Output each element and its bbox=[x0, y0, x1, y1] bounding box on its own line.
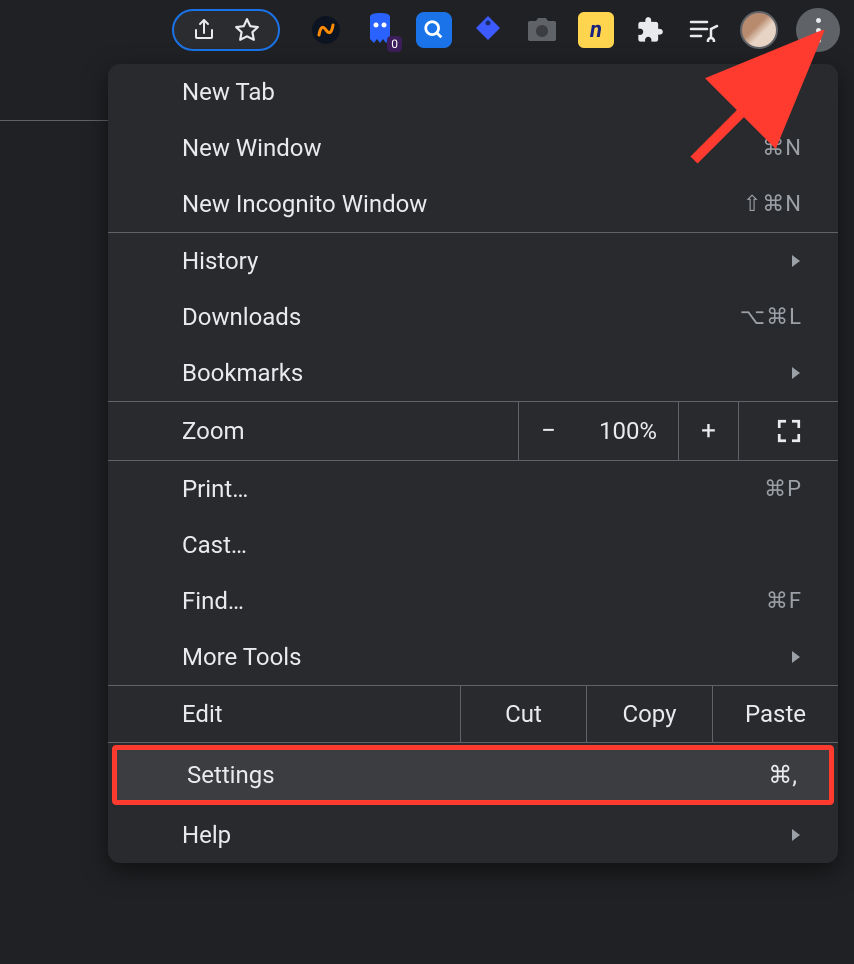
menu-item-label: Print… bbox=[182, 475, 248, 503]
browser-toolbar: 0 n bbox=[0, 0, 854, 60]
menu-item-label: New Incognito Window bbox=[182, 190, 427, 218]
submenu-chevron-icon bbox=[790, 827, 802, 843]
submenu-chevron-icon bbox=[790, 253, 802, 269]
menu-item-edit: Edit Cut Copy Paste bbox=[108, 686, 838, 742]
menu-item-label: New Window bbox=[182, 134, 321, 162]
menu-item-history[interactable]: History bbox=[108, 233, 838, 289]
submenu-chevron-icon bbox=[790, 649, 802, 665]
menu-item-shortcut: ⌘P bbox=[764, 477, 802, 502]
more-menu-button[interactable] bbox=[796, 8, 840, 52]
menu-item-shortcut: ⌘F bbox=[766, 589, 802, 614]
menu-item-shortcut: ⌘, bbox=[768, 761, 797, 789]
extension-badge: 0 bbox=[387, 36, 402, 52]
menu-separator bbox=[108, 742, 838, 743]
bookmark-star-icon[interactable] bbox=[234, 17, 260, 43]
zoom-label: Zoom bbox=[108, 417, 518, 445]
menu-item-label: Help bbox=[182, 821, 231, 849]
menu-item-label: Bookmarks bbox=[182, 359, 303, 387]
zoom-in-button[interactable]: + bbox=[678, 402, 738, 460]
media-control-icon[interactable] bbox=[686, 12, 722, 48]
cut-button[interactable]: Cut bbox=[460, 686, 586, 742]
menu-item-more-tools[interactable]: More Tools bbox=[108, 629, 838, 685]
extension-ghostery-icon[interactable]: 0 bbox=[362, 12, 398, 48]
menu-item-label: History bbox=[182, 247, 258, 275]
submenu-chevron-icon bbox=[790, 365, 802, 381]
toolbar-bottom-divider bbox=[0, 120, 110, 121]
zoom-out-button[interactable]: − bbox=[518, 402, 578, 460]
menu-item-help[interactable]: Help bbox=[108, 807, 838, 863]
extension-camera-icon[interactable] bbox=[524, 12, 560, 48]
menu-item-shortcut: ⌥⌘L bbox=[740, 305, 802, 330]
menu-item-print[interactable]: Print… ⌘P bbox=[108, 461, 838, 517]
omnibox-actions bbox=[172, 9, 280, 51]
extension-pricetag-icon[interactable] bbox=[470, 12, 506, 48]
menu-item-settings[interactable]: Settings ⌘, bbox=[112, 745, 834, 805]
menu-item-label: Find… bbox=[182, 587, 244, 615]
menu-item-label: More Tools bbox=[182, 643, 302, 671]
menu-item-label: Downloads bbox=[182, 303, 301, 331]
extensions-puzzle-icon[interactable] bbox=[632, 12, 668, 48]
menu-item-label: Cast… bbox=[182, 531, 247, 559]
menu-item-bookmarks[interactable]: Bookmarks bbox=[108, 345, 838, 401]
menu-item-find[interactable]: Find… ⌘F bbox=[108, 573, 838, 629]
fullscreen-button[interactable] bbox=[738, 402, 838, 460]
menu-item-label: New Tab bbox=[182, 78, 275, 106]
paste-button[interactable]: Paste bbox=[712, 686, 838, 742]
browser-main-menu: New Tab ⌘T New Window ⌘N New Incognito W… bbox=[108, 64, 838, 863]
edit-label: Edit bbox=[108, 700, 460, 728]
menu-item-cast[interactable]: Cast… bbox=[108, 517, 838, 573]
profile-avatar[interactable] bbox=[740, 11, 778, 49]
menu-item-downloads[interactable]: Downloads ⌥⌘L bbox=[108, 289, 838, 345]
menu-item-new-window[interactable]: New Window ⌘N bbox=[108, 120, 838, 176]
menu-item-zoom: Zoom − 100% + bbox=[108, 402, 838, 460]
menu-item-new-tab[interactable]: New Tab ⌘T bbox=[108, 64, 838, 120]
menu-item-new-incognito-window[interactable]: New Incognito Window ⇧⌘N bbox=[108, 176, 838, 232]
zoom-value: 100% bbox=[578, 402, 678, 460]
menu-item-shortcut: ⌘T bbox=[765, 80, 802, 105]
extension-notes-icon[interactable]: n bbox=[578, 12, 614, 48]
menu-item-label: Settings bbox=[187, 761, 275, 789]
copy-button[interactable]: Copy bbox=[586, 686, 712, 742]
extension-similarweb-icon[interactable] bbox=[308, 12, 344, 48]
menu-item-shortcut: ⌘N bbox=[762, 136, 802, 161]
menu-item-shortcut: ⇧⌘N bbox=[743, 192, 802, 217]
extension-search-icon[interactable] bbox=[416, 12, 452, 48]
share-icon[interactable] bbox=[192, 18, 216, 42]
